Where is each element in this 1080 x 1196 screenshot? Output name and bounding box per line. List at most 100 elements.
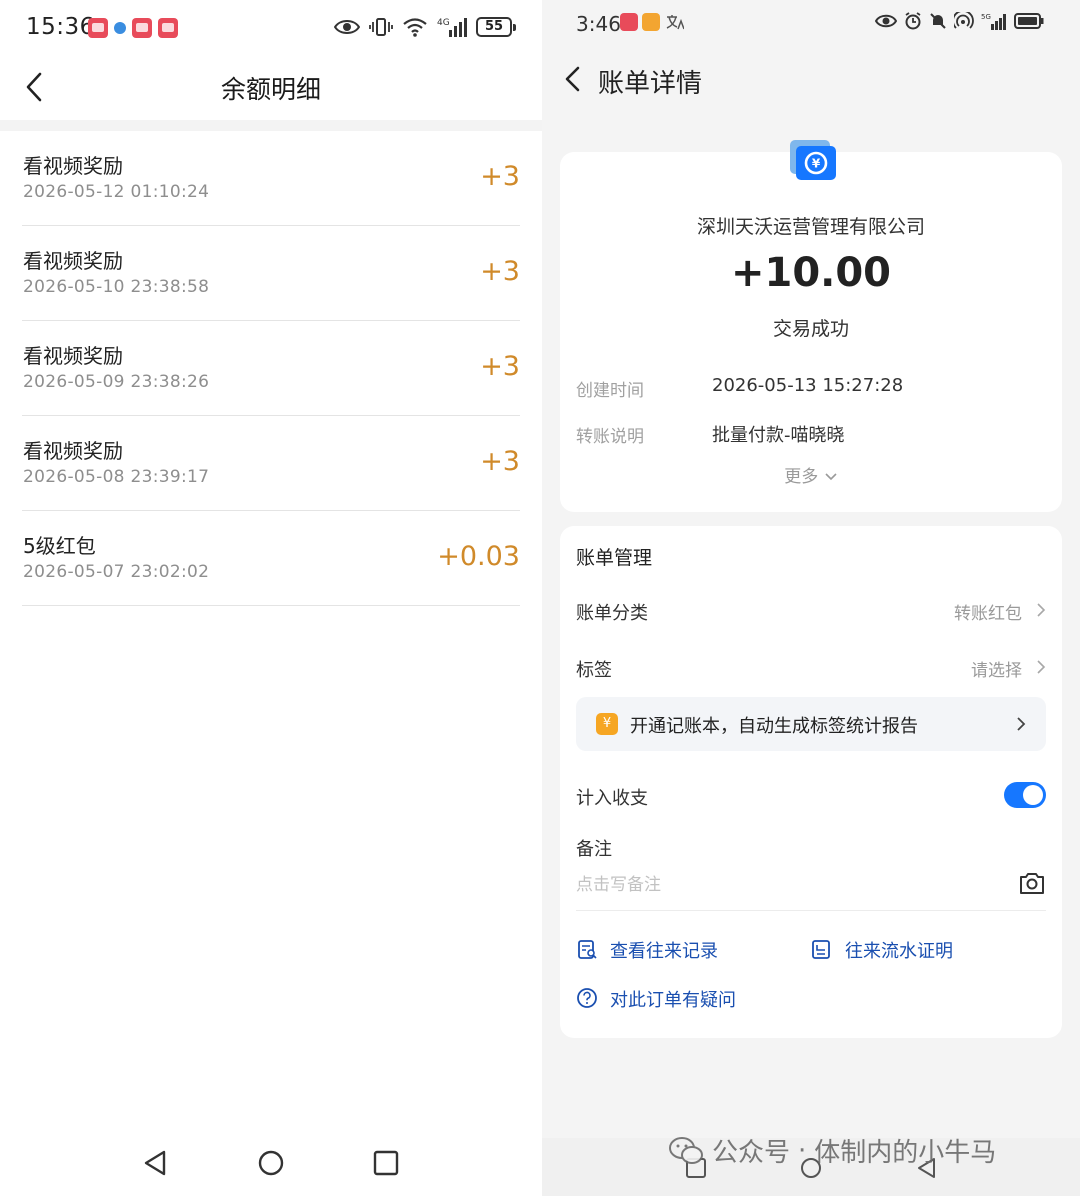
watermark-name: 体制内的小牛马 [814,1138,997,1168]
wifi-icon [403,18,427,37]
svg-text:¥: ¥ [812,157,821,171]
bill-summary-card: ¥ 深圳天沃运营管理有限公司 +10.00 交易成功 创建时间 2026-05-… [560,140,1062,512]
battery-icon [1014,13,1044,29]
back-arrow-icon[interactable] [560,64,586,94]
transaction-row[interactable]: 看视频奖励 2026-05-08 23:39:17 +3 [22,416,520,511]
transfer-note-label: 转账说明 [576,427,644,447]
chevron-down-icon [825,473,837,481]
transaction-list: 看视频奖励 2026-05-12 01:10:24 +3 看视频奖励 2026-… [0,131,542,606]
section-divider [0,120,542,131]
watermark-account: 公众号 [712,1138,791,1168]
page-header: 余额明细 [0,58,542,120]
transaction-name: 看视频奖励 [23,344,123,368]
alarm-icon [905,12,921,30]
nav-back-icon[interactable] [140,1148,170,1178]
balance-detail-screen: 15:36 4G 55 余额明细 看视频奖励 2026-05-12 01:10:… [0,0,542,1196]
bill-management-card: 账单管理 账单分类 转账红包 标签 请选择 ¥ 开通记账本，自动生成标签统计报告… [560,526,1062,1038]
more-label: 更多 [784,467,819,487]
promo-text: 开通记账本，自动生成标签统计报告 [630,716,918,737]
transaction-name: 看视频奖励 [23,439,123,463]
notification-icons [88,18,178,38]
transaction-date: 2026-05-09 23:38:26 [23,372,210,392]
question-icon [577,988,597,1008]
tag-label: 标签 [576,660,612,681]
mute-bell-icon [930,13,946,29]
status-bar: 15:36 4G 55 [0,0,542,58]
bill-category-label: 账单分类 [576,603,648,624]
battery-icon: 55 [476,17,516,37]
bill-category-value: 转账红包 [954,604,1022,624]
status-time: 3:46 [576,12,621,36]
note-label: 备注 [576,839,612,860]
count-in-budget-label: 计入收支 [576,788,648,809]
page-title: 账单详情 [598,69,703,99]
camera-icon[interactable] [1018,870,1046,896]
translate-icon [666,15,684,30]
transaction-amount: +3 [480,161,520,192]
transaction-name: 看视频奖励 [23,154,123,178]
transaction-date: 2026-05-12 01:10:24 [23,182,210,202]
svg-text:5G: 5G [981,13,991,21]
status-time: 15:36 [26,14,95,40]
wechat-logo-icon [669,1136,703,1164]
app-notification-icon [642,13,660,31]
payee-name: 深圳天沃运营管理有限公司 [696,216,925,238]
app-notification-icon [132,18,152,38]
chevron-right-icon [1017,717,1026,731]
signal-icon: 4G [437,18,467,37]
chevron-right-icon [1037,603,1046,617]
signal-icon: 5G [981,13,1006,30]
browser-notification-icon [114,22,126,34]
transaction-amount: +3 [480,446,520,477]
transaction-amount: +3 [480,256,520,287]
transaction-date: 2026-05-07 23:02:02 [23,562,210,582]
toggle-knob [1023,785,1043,805]
page-header: 账单详情 [542,52,1080,108]
transaction-date: 2026-05-10 23:38:58 [23,277,210,297]
app-notification-icon [620,13,638,31]
history-record-icon [578,940,597,959]
note-underline [576,910,1046,911]
system-status-icons: 4G 55 [334,16,516,38]
system-nav-bar [0,1130,542,1196]
transaction-row[interactable]: 5级红包 2026-05-07 23:02:02 +0.03 [22,511,520,606]
ledger-icon: ¥ [596,713,618,735]
ledger-promo-banner[interactable]: ¥ 开通记账本，自动生成标签统计报告 [576,697,1046,751]
vibrate-icon [369,18,393,36]
section-title: 账单管理 [576,547,653,569]
app-notification-icon [88,18,108,38]
created-time-value: 2026-05-13 15:27:28 [712,375,904,396]
more-button[interactable]: 更多 [560,462,1062,487]
app-notification-icon [158,18,178,38]
transaction-proof-label: 往来流水证明 [845,941,953,962]
nav-home-icon[interactable] [256,1148,286,1178]
nav-recents-icon[interactable] [371,1148,401,1178]
eye-icon [875,14,897,28]
transaction-status: 交易成功 [772,318,849,340]
watermark-separator: · [798,1135,807,1166]
bill-detail-screen: 3:46 5G 账单详情 ¥ 深圳天沃运营管理有限公司 +10.00 交易成功 … [542,0,1080,1196]
transaction-date: 2026-05-08 23:39:17 [23,467,210,487]
count-in-budget-toggle[interactable] [1004,782,1046,808]
hotspot-icon [954,12,974,29]
proof-document-icon [812,940,830,959]
svg-text:4G: 4G [437,18,450,28]
status-bar: 3:46 5G [542,0,1080,48]
order-question-label: 对此订单有疑问 [610,990,736,1011]
notification-icons [620,13,684,31]
transaction-row[interactable]: 看视频奖励 2026-05-12 01:10:24 +3 [22,131,520,226]
page-title: 余额明细 [220,75,321,104]
transaction-amount: +3 [480,351,520,382]
transaction-name: 5级红包 [23,534,96,558]
transfer-note-value: 批量付款-喵晓晓 [712,425,845,446]
wechat-account-watermark: 公众号 · 体制内的小牛马 [668,1132,996,1169]
tag-value: 请选择 [971,661,1022,681]
eye-icon [334,20,360,34]
transaction-row[interactable]: 看视频奖励 2026-05-09 23:38:26 +3 [22,321,520,416]
note-input[interactable]: 点击写备注 [576,870,661,895]
transaction-row[interactable]: 看视频奖励 2026-05-10 23:38:58 +3 [22,226,520,321]
bill-amount: +10.00 [730,250,892,296]
chevron-right-icon [1037,660,1046,674]
transfer-icon: ¥ [790,140,836,180]
transaction-amount: +0.03 [437,541,520,572]
